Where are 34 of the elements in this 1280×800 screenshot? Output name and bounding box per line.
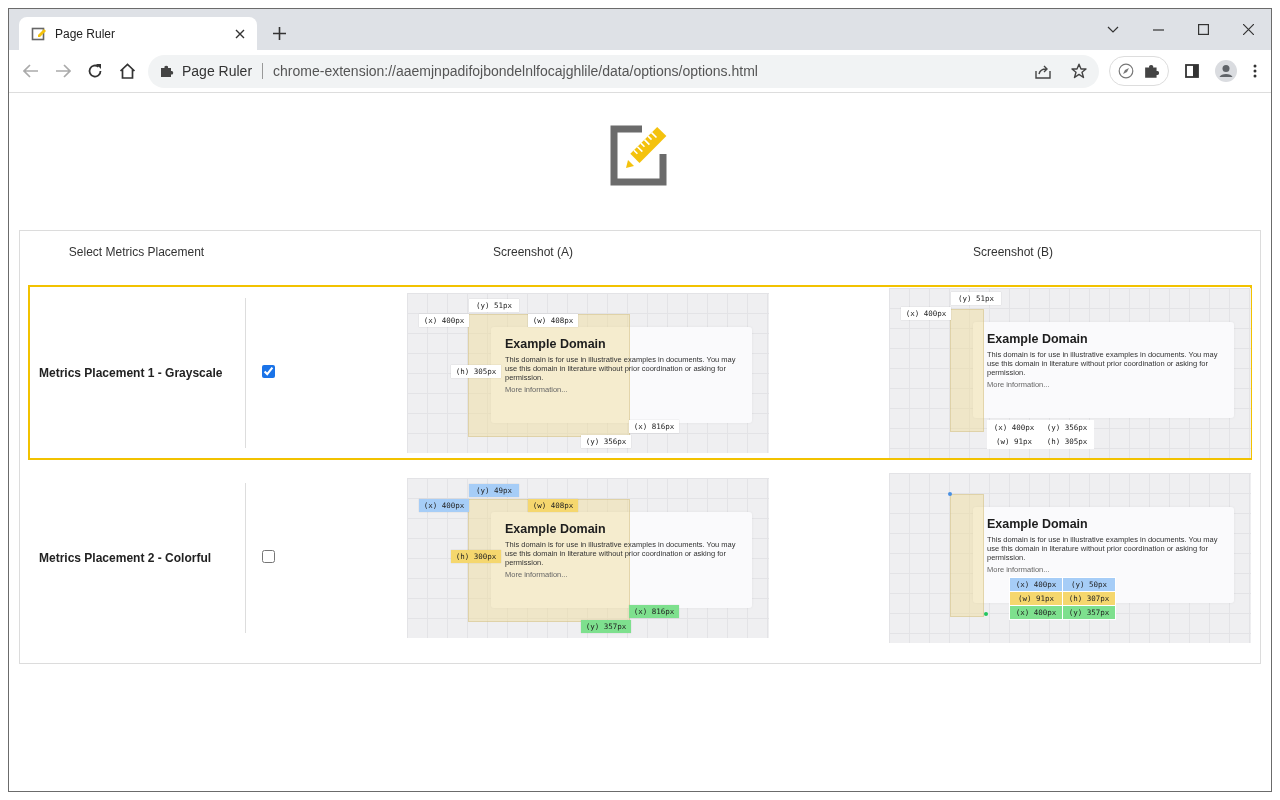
side-panel-icon[interactable] (1185, 64, 1199, 78)
minimize-icon[interactable] (1153, 28, 1164, 31)
ruler-logo-icon (610, 124, 670, 186)
puzzle-icon[interactable] (1144, 63, 1160, 79)
maximize-icon[interactable] (1198, 24, 1209, 35)
note-icon (31, 25, 47, 42)
browser-tab[interactable]: Page Ruler (19, 17, 257, 50)
column-header: Select Metrics Placement (68, 245, 205, 261)
placement-row[interactable] (28, 285, 1252, 460)
placement-label: Metrics Placement 1 - Grayscale (39, 365, 223, 380)
placement-checkbox[interactable] (262, 549, 275, 563)
address-bar[interactable]: Page Ruler chrome-extension://aaemjnpadifojbondelnlfocajghlile/data/options/options.html (148, 54, 1099, 88)
page-title: Example Domain (987, 516, 1088, 531)
star-icon[interactable] (1071, 63, 1087, 79)
chevron-down-icon[interactable] (1107, 25, 1119, 34)
column-header: Screenshot (A) (492, 245, 573, 261)
avatar-icon[interactable] (1215, 60, 1237, 82)
home-icon[interactable] (119, 63, 136, 79)
share-icon[interactable] (1035, 63, 1051, 79)
placement-checkbox[interactable] (262, 364, 275, 378)
column-header: Screenshot (B) (972, 245, 1053, 261)
page-title: Example Domain (505, 521, 606, 536)
new-tab-icon[interactable] (273, 27, 286, 40)
placement-label: Metrics Placement 2 - Colorful (39, 550, 212, 565)
menu-icon[interactable] (1253, 64, 1257, 78)
page-title: Example Domain (987, 331, 1088, 346)
close-icon[interactable] (1243, 24, 1254, 35)
compass-icon[interactable] (1118, 63, 1134, 79)
close-icon[interactable] (235, 28, 245, 39)
site-label: Page Ruler (182, 63, 253, 79)
reload-icon[interactable] (87, 63, 103, 79)
page-title: Example Domain (505, 336, 606, 351)
url-text: chrome-extension://aaemjnpadifojbondelnlfocajghlile/data/options/options.html (273, 63, 758, 79)
puzzle-icon (160, 64, 174, 78)
